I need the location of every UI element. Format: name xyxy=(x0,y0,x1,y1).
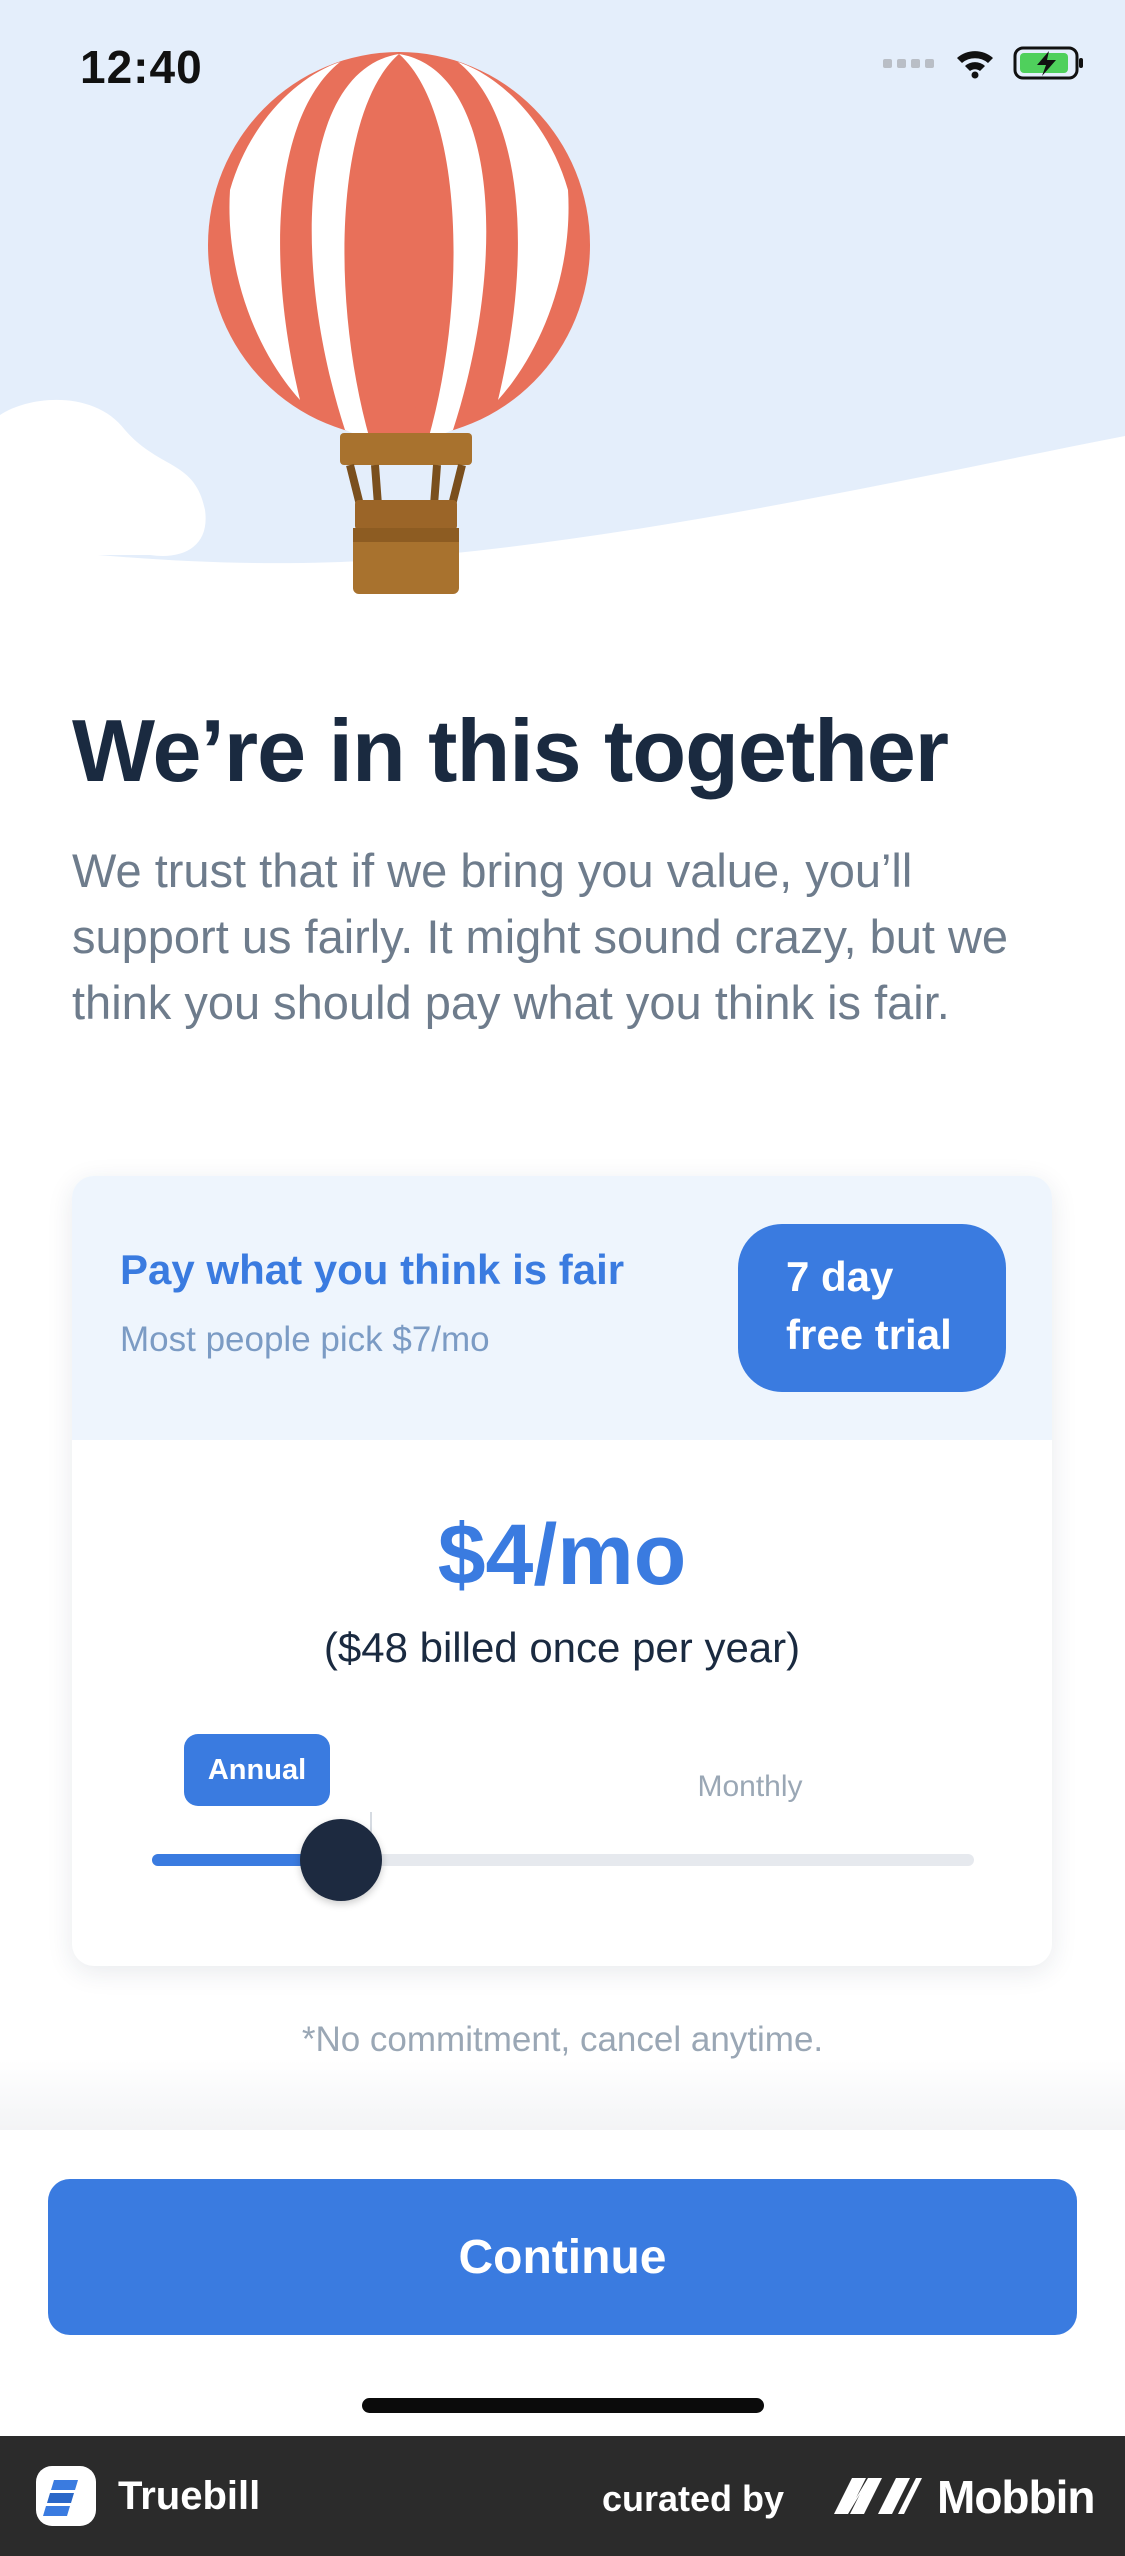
price-slider-track[interactable] xyxy=(152,1854,974,1866)
curated-by-label: curated by xyxy=(602,2478,785,2519)
monthly-option[interactable]: Monthly xyxy=(620,1770,880,1804)
home-indicator xyxy=(362,2398,764,2413)
price-amount: $4/mo xyxy=(437,1507,687,1603)
mobbin-brand: Mobbin xyxy=(937,2471,1095,2523)
pricing-card: Pay what you think is fair Most people p… xyxy=(72,1176,1052,1966)
battery-charging-icon xyxy=(1013,46,1083,80)
intro-text: We trust that if we bring you value, you… xyxy=(72,844,1009,1029)
free-trial-badge: 7 day free trial xyxy=(738,1224,1006,1392)
price-slider-thumb[interactable] xyxy=(300,1819,383,1901)
paywall-screen: 12:40 We’re in this together We trust th… xyxy=(0,0,1125,2556)
billing-note: ($48 billed once per year) xyxy=(323,1624,801,1671)
annual-option[interactable]: Annual xyxy=(184,1734,330,1806)
truebill-app-icon xyxy=(36,2466,96,2526)
pricing-card-header: Pay what you think is fair Most people p… xyxy=(72,1176,1052,1440)
wifi-icon xyxy=(957,51,993,79)
free-trial-line1: 7 day xyxy=(786,1253,894,1300)
signal-icon xyxy=(883,59,934,68)
continue-button[interactable]: Continue xyxy=(48,2179,1077,2335)
free-trial-line2: free trial xyxy=(786,1311,952,1358)
status-time: 12:40 xyxy=(80,41,203,93)
hot-air-balloon-icon xyxy=(0,0,1125,594)
app-name: Truebill xyxy=(118,2474,261,2518)
status-icons xyxy=(883,46,1085,80)
bottom-fade xyxy=(0,2060,1125,2130)
hero-illustration xyxy=(0,0,1125,640)
mobbin-logo-icon xyxy=(834,2478,922,2514)
pricing-card-subtitle: Most people pick $7/mo xyxy=(120,1320,490,1359)
footer-bar: Truebill curated by Mobbin xyxy=(0,2436,1125,2556)
no-commitment-note: *No commitment, cancel anytime. xyxy=(301,2020,824,2059)
pricing-card-title: Pay what you think is fair xyxy=(120,1246,625,1293)
page-title: We’re in this together xyxy=(72,701,949,800)
